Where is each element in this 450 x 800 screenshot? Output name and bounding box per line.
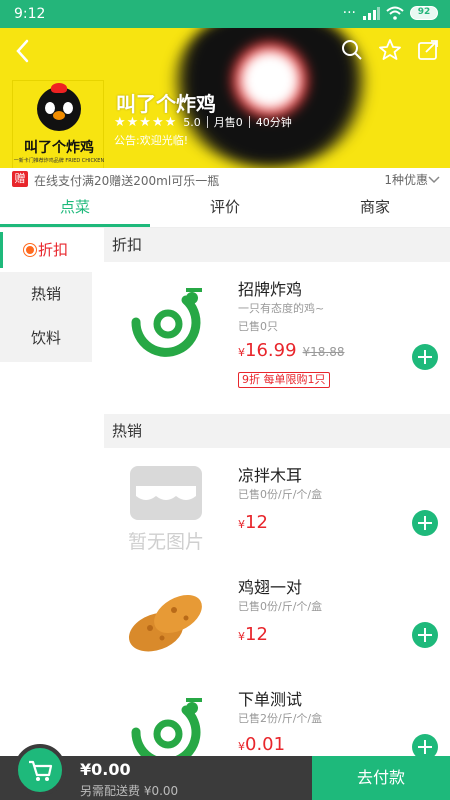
menu-item[interactable]: 招牌炸鸡 一只有态度的鸡~ 已售0只 ¥16.99 ¥18.88 9折 每单限购1… bbox=[104, 262, 450, 410]
item-sold-count: 已售0份/斤/个/盒 bbox=[238, 600, 323, 613]
tab-reviews[interactable]: 评价 bbox=[150, 190, 300, 227]
logo-subtext: 一新卡门推荐炸鸡品牌 FRIED CHICKEN bbox=[13, 158, 105, 164]
app-logo-icon bbox=[116, 274, 216, 368]
shop-name: 叫了个炸鸡 bbox=[116, 92, 216, 116]
item-price: ¥12 bbox=[238, 512, 268, 533]
divider bbox=[248, 116, 250, 128]
logo-comb bbox=[51, 83, 67, 93]
category-label: 折扣 bbox=[37, 241, 68, 259]
section-header: 热销 bbox=[104, 414, 450, 448]
checkout-button[interactable]: 去付款 bbox=[312, 756, 450, 800]
search-icon[interactable] bbox=[340, 38, 364, 62]
header-actions bbox=[340, 38, 440, 62]
cart-bar: ¥0.00 另需配送费 ¥0.00 去付款 bbox=[0, 744, 450, 800]
wifi-icon bbox=[386, 6, 404, 20]
category-discount[interactable]: 折扣 bbox=[0, 228, 92, 272]
shop-rating: 5.0 bbox=[183, 115, 201, 129]
shop-notice: 公告:欢迎光临! bbox=[114, 134, 189, 147]
tab-merchant[interactable]: 商家 bbox=[300, 190, 450, 227]
signal-icon bbox=[363, 7, 380, 20]
add-to-cart-button[interactable] bbox=[412, 510, 438, 536]
item-description: 一只有态度的鸡~ bbox=[238, 302, 325, 315]
back-icon[interactable] bbox=[8, 36, 38, 66]
category-hot[interactable]: 热销 bbox=[0, 272, 92, 316]
rating-stars-icon: ★★★★★ bbox=[114, 114, 178, 130]
promo-row[interactable]: 赠 在线支付满20赠送200ml可乐一瓶 1种优惠 bbox=[0, 168, 450, 190]
category-sidebar: 折扣 热销 饮料 bbox=[0, 228, 92, 362]
add-to-cart-button[interactable] bbox=[412, 622, 438, 648]
cart-button[interactable] bbox=[14, 744, 66, 796]
tab-bar: 点菜 评价 商家 bbox=[0, 190, 450, 228]
favorite-star-icon[interactable] bbox=[378, 38, 402, 62]
tab-menu[interactable]: 点菜 bbox=[0, 190, 150, 227]
item-price: ¥12 bbox=[238, 624, 268, 645]
monthly-sales: 月售0 bbox=[213, 116, 243, 129]
cart-total: ¥0.00 bbox=[80, 760, 131, 779]
shop-header: 叫了个炸鸡 一新卡门推荐炸鸡品牌 FRIED CHICKEN 叫了个炸鸡 ★★★… bbox=[0, 28, 450, 168]
item-price: ¥0.01 bbox=[238, 734, 286, 755]
item-sold-count: 已售0份/斤/个/盒 bbox=[238, 488, 323, 501]
menu-item[interactable]: 暂无图片 凉拌木耳 已售0份/斤/个/盒 ¥12 bbox=[104, 448, 450, 568]
share-icon[interactable] bbox=[416, 38, 440, 62]
svg-text:暂无图片: 暂无图片 bbox=[128, 531, 204, 553]
delivery-time: 40分钟 bbox=[255, 116, 292, 129]
status-time: 9:12 bbox=[14, 6, 46, 22]
fire-icon bbox=[23, 244, 36, 256]
screen: 9:12 ··· 92 叫了个炸鸡 一新卡门推荐炸鸡品牌 FRIED CHICK… bbox=[0, 0, 450, 800]
shop-stats: ★★★★★ 5.0 月售0 40分钟 bbox=[114, 114, 292, 130]
add-to-cart-button[interactable] bbox=[412, 344, 438, 370]
status-bar: 9:12 ··· 92 bbox=[0, 0, 450, 28]
item-name: 鸡翅一对 bbox=[238, 578, 303, 597]
section-header: 折扣 bbox=[104, 228, 450, 262]
promo-count[interactable]: 1种优惠 bbox=[384, 171, 428, 188]
status-icons: ··· 92 bbox=[343, 5, 438, 21]
item-sold-count: 已售2份/斤/个/盒 bbox=[238, 712, 323, 725]
category-drinks[interactable]: 饮料 bbox=[0, 316, 92, 360]
menu-item[interactable]: 鸡翅一对 已售0份/斤/个/盒 ¥12 bbox=[104, 560, 450, 680]
item-name: 凉拌木耳 bbox=[238, 466, 303, 485]
item-original-price: ¥18.88 bbox=[302, 345, 345, 359]
fried-chicken-photo bbox=[116, 572, 216, 666]
dots-icon: ··· bbox=[342, 5, 356, 21]
shop-logo: 叫了个炸鸡 一新卡门推荐炸鸡品牌 FRIED CHICKEN bbox=[12, 80, 104, 168]
discount-badge: 9折 每单限购1只 bbox=[238, 372, 330, 388]
cart-icon bbox=[29, 760, 53, 781]
chevron-down-icon[interactable] bbox=[428, 173, 440, 185]
item-sold-count: 已售0只 bbox=[238, 320, 278, 333]
category-label: 热销 bbox=[30, 285, 61, 303]
divider bbox=[206, 116, 208, 128]
promo-text: 在线支付满20赠送200ml可乐一瓶 bbox=[34, 174, 220, 188]
delivery-fee: 另需配送费 ¥0.00 bbox=[80, 784, 179, 798]
no-image-placeholder: 暂无图片 bbox=[116, 460, 216, 554]
item-price: ¥16.99 ¥18.88 bbox=[238, 340, 345, 361]
item-name: 下单测试 bbox=[238, 690, 303, 709]
battery-icon: 92 bbox=[410, 6, 438, 20]
chicken-logo-icon bbox=[37, 87, 81, 131]
item-name: 招牌炸鸡 bbox=[238, 280, 303, 299]
logo-text: 叫了个炸鸡 bbox=[24, 140, 94, 156]
category-label: 饮料 bbox=[30, 329, 61, 347]
gift-tag: 赠 bbox=[12, 171, 28, 187]
